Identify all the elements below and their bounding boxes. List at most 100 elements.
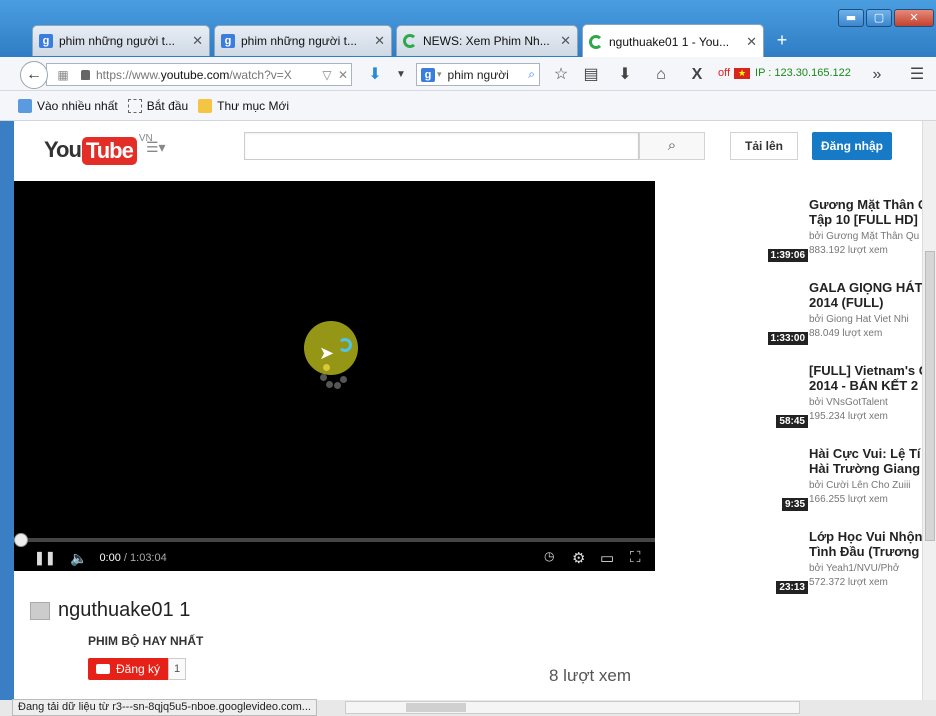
- bookmark-new-folder[interactable]: Thư mục Mới: [198, 98, 289, 113]
- bookmark-most-visited[interactable]: Vào nhiều nhất: [18, 98, 118, 113]
- signin-button[interactable]: Đăng nhập: [812, 132, 892, 160]
- tab-close-icon[interactable]: ✕: [560, 33, 571, 49]
- ip-off-label: off: [718, 67, 731, 79]
- downloads-icon[interactable]: ⬇: [614, 65, 636, 85]
- search-text: phim người: [447, 67, 509, 82]
- fullscreen-icon[interactable]: ⛶: [630, 549, 641, 566]
- close-window-button[interactable]: ✕: [894, 9, 934, 27]
- unlisted-icon: [30, 601, 50, 620]
- overflow-button[interactable]: »: [866, 65, 888, 85]
- chevron-down-icon[interactable]: ▼: [390, 65, 412, 85]
- recommendation-item[interactable]: 1:33:00 GALA GIỌNG HÁT 2014 (FULL) bởi G…: [754, 280, 922, 350]
- x-addon-icon[interactable]: X: [686, 65, 708, 85]
- rec-title-line2[interactable]: Tình Đầu (Trương: [809, 544, 922, 559]
- chevron-down-icon[interactable]: ▾: [437, 69, 442, 80]
- rec-title[interactable]: GALA GIỌNG HÁT: [809, 280, 922, 295]
- bookmark-getting-started[interactable]: Bắt đầu: [127, 98, 188, 113]
- google-icon: g: [421, 67, 435, 82]
- site-identity-icon[interactable]: ▦: [55, 68, 71, 82]
- upload-button[interactable]: Tải lên: [730, 132, 798, 160]
- loading-ring-icon: [338, 338, 352, 352]
- tab-close-icon[interactable]: ✕: [374, 33, 385, 49]
- clear-url-icon[interactable]: ✕: [335, 68, 351, 82]
- channel-name[interactable]: PHIM BỘ HAY NHẤT: [88, 634, 203, 648]
- back-button[interactable]: ←: [20, 61, 48, 89]
- view-count: 8 lượt xem: [549, 666, 632, 685]
- search-box[interactable]: g ▾ phim người ⌕: [416, 63, 540, 86]
- rec-title-line2[interactable]: Hài Trường Giang: [809, 461, 922, 476]
- scrollbar-thumb[interactable]: [925, 251, 935, 541]
- rec-channel: bởi Yeah1/NVU/Phở: [809, 563, 900, 574]
- subscribe-label: Đăng ký: [116, 662, 161, 676]
- rec-title-line2[interactable]: 2014 (FULL): [809, 295, 922, 310]
- recommendation-item[interactable]: 1:39:06 Gương Mặt Thân Q Tập 10 [FULL HD…: [754, 197, 922, 267]
- rec-title-line2[interactable]: 2014 - BÁN KẾT 2 -: [809, 378, 922, 393]
- rec-title[interactable]: Hài Cực Vui: Lệ Tí: [809, 446, 922, 461]
- rec-channel: bởi Gương Mặt Thân Qu: [809, 231, 920, 242]
- tab-4-active[interactable]: nguthuake01 1 - You... ✕: [582, 24, 764, 58]
- recommendation-item[interactable]: 23:13 Lớp Học Vui Nhộn Tình Đầu (Trương …: [754, 529, 922, 599]
- new-tab-button[interactable]: +: [770, 29, 794, 51]
- navigation-toolbar: ▦ https://www.youtube.com/watch?v=X ▽ ✕ …: [0, 57, 936, 91]
- spinner-dot: [340, 376, 347, 383]
- spinner-dot: [326, 381, 333, 388]
- maximize-button[interactable]: ▢: [866, 9, 892, 27]
- ip-display[interactable]: off ★ IP : 123.30.165.122: [718, 67, 851, 79]
- tab-3[interactable]: NEWS: Xem Phim Nh... ✕: [396, 25, 578, 56]
- tab-label: phim những người t...: [241, 34, 357, 48]
- rec-title[interactable]: Gương Mặt Thân Q: [809, 197, 922, 212]
- reading-list-icon[interactable]: ▤: [580, 65, 602, 85]
- getting-started-icon: [127, 98, 142, 113]
- recommendation-item[interactable]: 58:45 [FULL] Vietnam's G 2014 - BÁN KẾT …: [754, 363, 922, 433]
- search-icon[interactable]: ⌕: [528, 67, 535, 82]
- rec-channel: bởi Cười Lên Cho Zuiii: [809, 480, 911, 491]
- rec-title-line2[interactable]: Tập 10 [FULL HD]: [809, 212, 922, 227]
- rec-title[interactable]: Lớp Học Vui Nhộn: [809, 529, 922, 544]
- tab-close-icon[interactable]: ✕: [192, 33, 203, 49]
- scrollbar-thumb[interactable]: [406, 703, 466, 712]
- rec-channel: bởi Giong Hat Viet Nhi: [809, 314, 909, 325]
- bookmarks-toolbar: Vào nhiều nhất Bắt đầu Thư mục Mới: [0, 91, 936, 121]
- subscribe-button[interactable]: Đăng ký 1: [88, 658, 187, 680]
- search-icon: ⌕: [667, 137, 677, 154]
- rec-views: 195.234 lượt xem: [809, 411, 888, 422]
- youtube-search-input[interactable]: [244, 132, 639, 160]
- video-player[interactable]: ➤ ❚❚ 🔈 0:00 / 1:03:04 ◷ ⚙ ▭ ⛶: [14, 181, 655, 571]
- dropdown-arrow-icon[interactable]: ▽: [319, 68, 335, 82]
- menu-icon[interactable]: ☰: [906, 65, 928, 85]
- duration-badge: 1:33:00: [767, 332, 808, 345]
- pause-icon[interactable]: ❚❚: [34, 550, 56, 566]
- vertical-scrollbar[interactable]: [922, 121, 936, 701]
- google-icon: g: [221, 34, 235, 48]
- home-icon[interactable]: ⌂: [650, 65, 672, 85]
- settings-gear-icon[interactable]: ⚙: [572, 549, 585, 567]
- player-controls: ❚❚ 🔈 0:00 / 1:03:04 ◷ ⚙ ▭ ⛶: [14, 545, 655, 571]
- progress-bar[interactable]: [14, 538, 655, 542]
- youtube-logo[interactable]: You Tube VN: [44, 133, 153, 165]
- youtube-play-icon: [96, 664, 110, 674]
- bookmark-label: Vào nhiều nhất: [37, 98, 118, 113]
- guide-menu-icon[interactable]: ☰▾: [146, 139, 166, 156]
- tab-close-icon[interactable]: ✕: [746, 34, 757, 50]
- recommendation-item[interactable]: 9:35 Hài Cực Vui: Lệ Tí Hài Trường Giang…: [754, 446, 922, 516]
- youtube-search-button[interactable]: ⌕: [639, 132, 705, 160]
- rec-title[interactable]: [FULL] Vietnam's G: [809, 363, 922, 378]
- star-icon[interactable]: ☆: [550, 65, 572, 85]
- volume-icon[interactable]: 🔈: [70, 550, 87, 567]
- duration-badge: 1:39:06: [767, 249, 808, 262]
- download-icon[interactable]: ⬇: [364, 65, 386, 85]
- minimize-button[interactable]: ▬: [838, 9, 864, 27]
- rec-views: 883.192 lượt xem: [809, 245, 888, 256]
- horizontal-scrollbar[interactable]: [345, 701, 800, 714]
- folder-icon: [198, 98, 213, 113]
- tab-label: phim những người t...: [59, 34, 175, 48]
- tab-2[interactable]: g phim những người t... ✕: [214, 25, 392, 56]
- url-bar[interactable]: ▦ https://www.youtube.com/watch?v=X ▽ ✕: [46, 63, 352, 86]
- watch-later-icon[interactable]: ◷: [544, 549, 554, 563]
- tab-1[interactable]: g phim những người t... ✕: [32, 25, 210, 56]
- most-visited-icon: [18, 98, 32, 113]
- google-icon: g: [39, 34, 53, 48]
- spinner-dot: [334, 382, 341, 389]
- theater-mode-icon[interactable]: ▭: [600, 549, 614, 567]
- subscribe-label-area[interactable]: Đăng ký: [88, 658, 169, 680]
